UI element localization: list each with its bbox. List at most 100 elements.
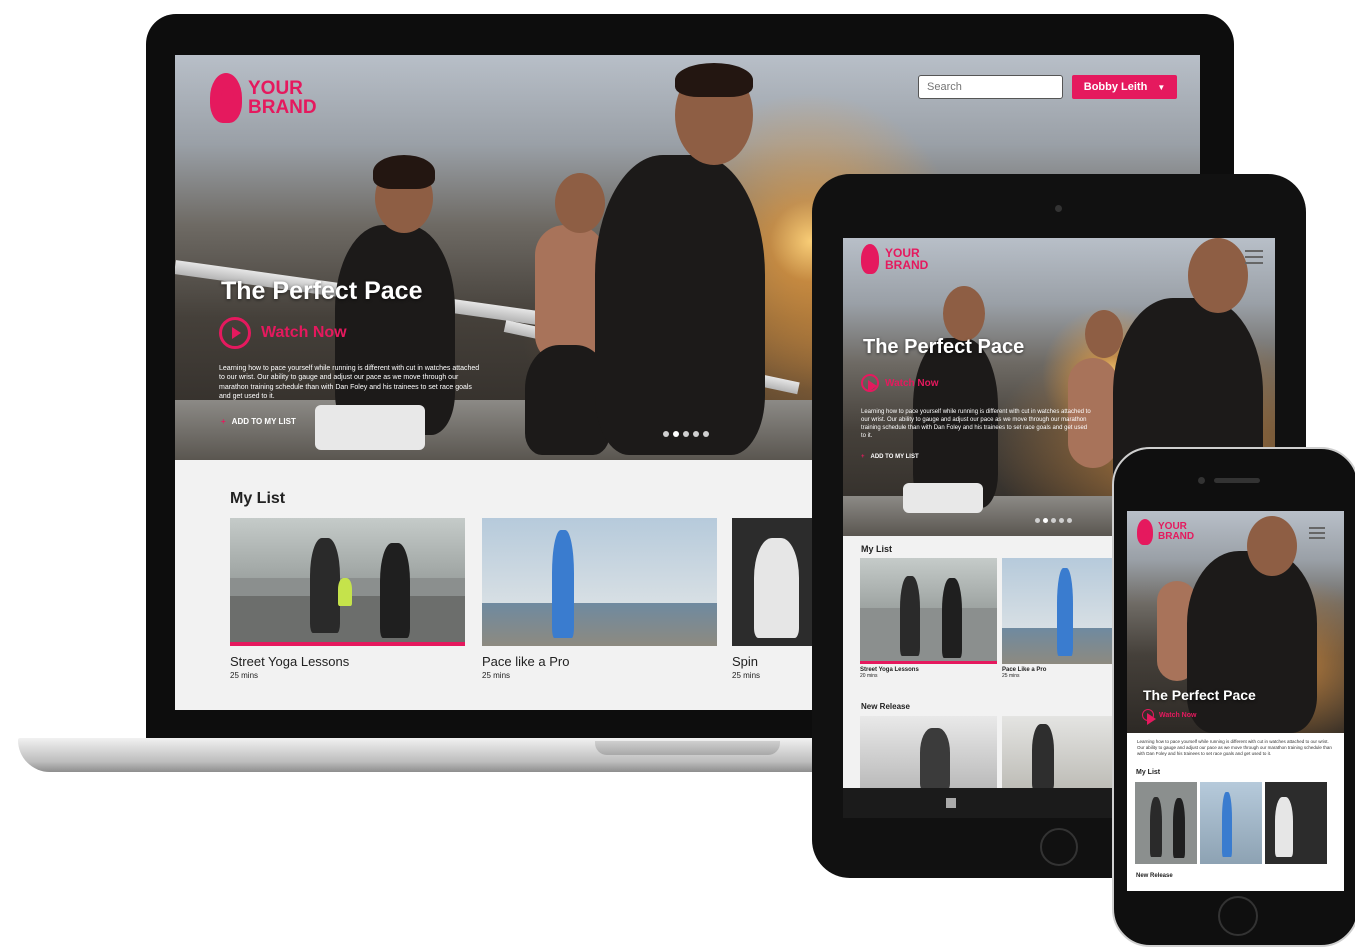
my-list-title: My List [230,490,286,507]
new-release-thumbnail[interactable] [860,716,997,790]
brand-line2: BRAND [248,97,317,118]
thumb-person [1032,724,1054,790]
play-icon [219,317,251,349]
carousel-dots [1035,518,1072,523]
card-thumbnail [860,558,997,664]
brand-logo[interactable]: YOUR BRAND [210,73,317,123]
thumb-person [310,538,340,633]
search-input[interactable] [918,75,1063,99]
plus-icon: + [861,454,865,460]
carousel-dot[interactable] [663,431,669,437]
brand-logo-icon [1137,519,1153,545]
thumb-sky [230,518,465,578]
watch-now-button[interactable]: Watch Now [1142,709,1197,725]
runner-3-hair [675,63,753,97]
card-street-yoga[interactable]: Street Yoga Lessons 25 mins [230,518,465,680]
brand-logo-icon [210,73,242,123]
thumb-ground [482,603,717,646]
card-pace-like-a-pro[interactable] [1200,782,1262,864]
carousel-dot-active[interactable] [673,431,679,437]
watch-now-button[interactable]: Watch Now [219,317,347,349]
hero-title: The Perfect Pace [221,277,423,305]
my-list-title: My List [861,544,893,554]
thumb-person [900,576,920,656]
card-duration: 20 mins [860,673,878,679]
card-street-yoga[interactable]: Street Yoga Lessons 20 mins [860,558,997,679]
hero-title: The Perfect Pace [1143,687,1256,703]
plus-icon: + [221,417,226,426]
brand-line2: BRAND [1158,531,1195,542]
card-title: Pace like a Pro [482,654,570,669]
runner-1-head [943,286,985,341]
my-list-title: My List [1136,769,1161,776]
brand-logo[interactable]: YOUR BRAND [861,244,928,274]
phone-hero: YOUR BRAND The Perfect Pace Watch Now [1127,511,1344,733]
carousel-dot[interactable] [1035,518,1040,523]
runner-3 [1187,551,1317,733]
carousel-dot[interactable] [693,431,699,437]
new-release-title: New Release [861,702,910,711]
user-name: Bobby Leith [1083,81,1148,93]
card-duration: 25 mins [230,671,259,680]
carousel-dot[interactable] [1059,518,1064,523]
carousel-dot[interactable] [1067,518,1072,523]
card-street-yoga[interactable] [1135,782,1197,864]
play-icon [861,374,879,392]
runner-3 [595,155,765,455]
hamburger-menu-icon[interactable] [1309,527,1325,539]
thumb-person [1057,568,1073,656]
new-release-title: New Release [1136,873,1173,879]
watch-now-button[interactable]: Watch Now [861,374,939,392]
brand-logo-text: YOUR BRAND [1158,522,1194,542]
runner-1-hair [373,155,435,189]
card-title: Street Yoga Lessons [230,654,350,669]
home-icon[interactable] [946,798,956,808]
runner-2-head [1085,310,1123,358]
runner-3-head [1188,238,1248,313]
thumb-person [1150,797,1162,857]
phone-camera [1198,477,1205,484]
hero-title: The Perfect Pace [863,336,1025,358]
carousel-dot[interactable] [683,431,689,437]
add-to-list-button[interactable]: + ADD TO MY LIST [861,454,919,460]
carousel-dot[interactable] [703,431,709,437]
thumb-detail [338,578,352,606]
add-to-list-button[interactable]: + ADD TO MY LIST [221,417,296,426]
add-to-list-label: ADD TO MY LIST [231,417,296,426]
brand-logo-text: YOUR BRAND [885,247,928,271]
hamburger-menu-icon[interactable] [1245,250,1263,264]
thumb-person [1222,792,1232,857]
thumb-sky [482,518,717,603]
watch-now-label: Watch Now [1159,711,1197,719]
card-duration: 25 mins [482,671,511,680]
card-thumbnail [230,518,465,646]
hero-description: Learning how to pace yourself while runn… [861,409,1091,440]
phone-home-button[interactable] [1218,896,1258,936]
thumb-sky [860,558,997,608]
runner-1-shorts [315,405,425,450]
thumb-person [1173,798,1185,858]
card-spin[interactable] [1265,782,1327,864]
carousel-dot[interactable] [1051,518,1056,523]
brand-line1: YOUR [248,78,303,99]
runner-1 [335,225,455,435]
watch-now-label: Watch Now [885,377,939,389]
add-to-list-label: ADD TO MY LIST [870,454,919,460]
user-menu-button[interactable]: Bobby Leith ▼ [1072,75,1177,99]
runner-1-shorts [903,483,983,513]
thumb-person [1275,797,1293,857]
hero-description: Learning how to pace yourself while runn… [1137,739,1332,757]
tablet-camera [1055,205,1062,212]
thumb-person [380,543,410,638]
runner-3-head [1247,516,1297,576]
brand-logo[interactable]: YOUR BRAND [1137,519,1194,545]
card-pace-like-a-pro[interactable]: Pace like a Pro 25 mins [482,518,717,680]
laptop-notch [595,741,780,755]
carousel-dot-active[interactable] [1043,518,1048,523]
tablet-home-button[interactable] [1040,828,1078,866]
brand-logo-icon [861,244,879,274]
progress-bar [230,642,465,646]
phone-screen: YOUR BRAND The Perfect Pace Watch Now Le… [1127,511,1344,891]
phone-speaker [1214,478,1260,483]
brand-logo-text: YOUR BRAND [248,79,317,117]
